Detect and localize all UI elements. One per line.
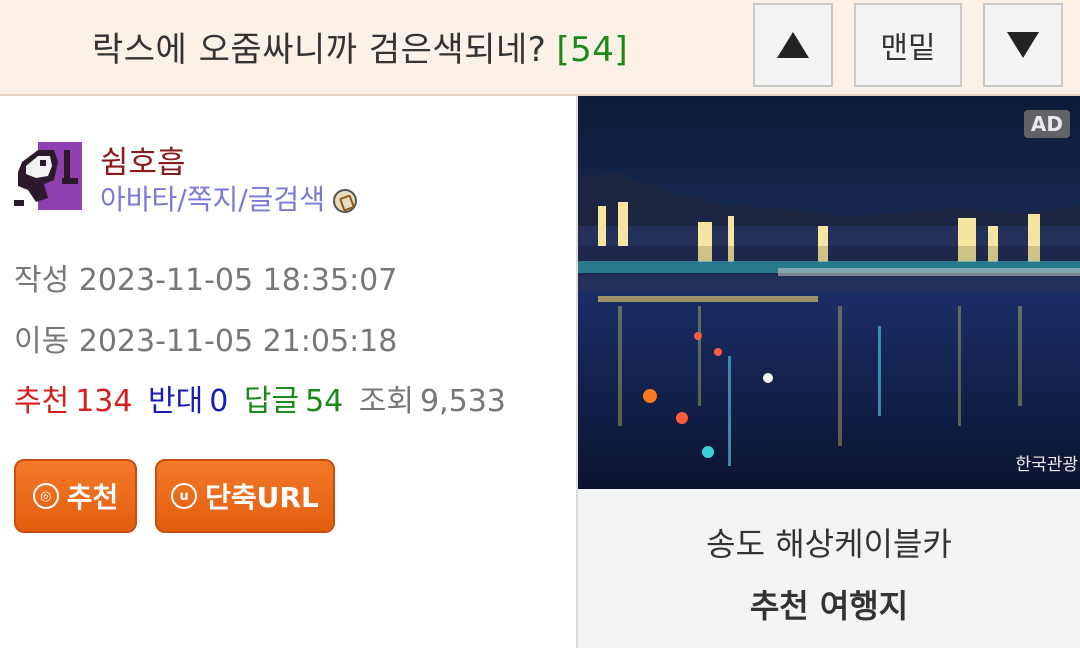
recommend-label: 추천 — [14, 384, 70, 419]
ad-subtitle[interactable]: 추천 여행지 — [578, 581, 1080, 627]
tourism-logo: 한국관광 — [1015, 455, 1078, 475]
scroll-top-button[interactable] — [753, 3, 833, 87]
moved-date: 이동 2023-11-05 21:05:18 — [14, 324, 398, 359]
post-title: 락스에 오줌싸니까 검은색되네? [54] — [92, 22, 628, 71]
oppose-count: 0 — [209, 384, 229, 419]
post-title-text: 락스에 오줌싸니까 검은색되네? — [92, 30, 547, 70]
ad-panel[interactable]: AD 한국관광 송도 해상케이블카 추천 여행지 — [576, 96, 1080, 648]
recommend-icon: ◎ — [32, 483, 59, 509]
avatar[interactable] — [14, 140, 84, 212]
reply-count[interactable]: [54] — [556, 30, 628, 70]
ad-title[interactable]: 송도 해상케이블카 — [578, 519, 1080, 565]
post-header: 락스에 오줌싸니까 검은색되네? [54] 맨밑 — [0, 0, 1080, 96]
view-label: 조회 — [358, 384, 414, 419]
view-count: 9,533 — [420, 384, 506, 419]
coin-icon — [332, 189, 357, 213]
short-url-button[interactable]: u 단축URL — [155, 459, 335, 533]
author-name[interactable]: 쉼호흡 — [100, 137, 186, 182]
ad-badge: AD — [1023, 110, 1070, 138]
author-links: 아바타/쪽지/글검색 — [100, 178, 357, 218]
triangle-down-icon — [1007, 32, 1039, 58]
reply-count-stat: 54 — [305, 384, 344, 419]
reply-label: 답글 — [243, 384, 300, 419]
written-date: 작성 2023-11-05 18:35:07 — [14, 263, 398, 298]
post-stats: 추천 134 반대 0 답글 54 조회 9,533 — [14, 376, 512, 420]
scroll-bottom-button[interactable]: 맨밑 — [854, 3, 962, 87]
short-url-button-label: 단축URL — [205, 481, 319, 514]
ad-image[interactable]: AD 한국관광 — [578, 96, 1080, 489]
link-icon: u — [171, 483, 198, 509]
recommend-count: 134 — [75, 384, 133, 419]
night-harbor-photo — [578, 96, 1080, 489]
recommend-button[interactable]: ◎ 추천 — [14, 459, 137, 533]
recommend-button-label: 추천 — [66, 481, 119, 514]
triangle-up-icon — [777, 32, 809, 58]
scroll-down-button[interactable] — [983, 3, 1063, 87]
author-links-text[interactable]: 아바타/쪽지/글검색 — [100, 183, 325, 216]
oppose-label: 반대 — [148, 384, 204, 419]
